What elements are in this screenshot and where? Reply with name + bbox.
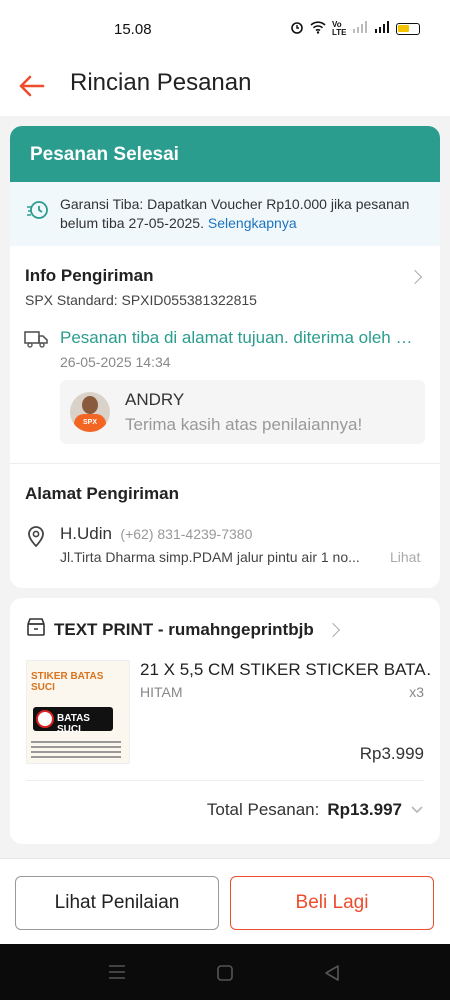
clock-guarantee-icon: [26, 198, 50, 227]
page-title: Rincian Pesanan: [70, 69, 252, 96]
shipping-info-heading: Info Pengiriman: [25, 266, 154, 285]
address-street: Jl.Tirta Dharma simp.PDAM jalur pintu ai…: [60, 549, 360, 565]
shop-name: TEXT PRINT - rumahngeprintbjb: [54, 619, 314, 639]
product-image-sign-text: BATAS SUCI: [57, 713, 90, 735]
address-heading: Alamat Pengiriman: [25, 484, 179, 503]
store-icon: [26, 618, 46, 641]
order-total-value: Rp13.997: [327, 800, 402, 819]
chevron-right-icon[interactable]: [407, 269, 423, 285]
order-total-label: Total Pesanan:: [206, 800, 320, 819]
volte-label: Vo LTE: [332, 19, 347, 37]
recipient-name: H.Udin: [60, 524, 112, 543]
guarantee-notice[interactable]: Garansi Tiba: Dapatkan Voucher Rp10.000 …: [10, 182, 440, 246]
app-bar: Rincian Pesanan: [0, 60, 450, 116]
alarm-icon: [290, 20, 304, 37]
truck-icon: [24, 330, 48, 353]
product-thumbnail[interactable]: STIKER BATAS SUCI BATAS SUCI: [26, 660, 130, 764]
menu-icon[interactable]: [108, 964, 126, 985]
shop-header[interactable]: TEXT PRINT - rumahngeprintbjb: [26, 618, 340, 641]
courier-avatar: SPX: [70, 392, 110, 432]
tracking-time: 26-05-2025 14:34: [60, 354, 171, 370]
shipping-info-section[interactable]: Info Pengiriman SPX Standard: SPXID05538…: [10, 246, 440, 464]
shipping-address-section: Alamat Pengiriman H.Udin (+62) 831-4239-…: [10, 464, 440, 584]
courier-message-box: SPX ANDRY Terima kasih atas penilaiannya…: [60, 380, 425, 444]
product-image-text-lines: [31, 741, 121, 761]
recipient-line: H.Udin (+62) 831-4239-7380: [60, 524, 252, 544]
signal-icon-2: [374, 21, 390, 36]
location-pin-icon: [26, 524, 46, 553]
back-triangle-icon[interactable]: [324, 964, 340, 987]
signal-icon: [352, 21, 368, 36]
courier-message: Terima kasih atas penilaiannya!: [125, 415, 363, 434]
product-image-sign: BATAS SUCI: [33, 707, 113, 735]
product-image-title: STIKER BATAS SUCI: [31, 671, 104, 693]
courier-name: ANDRY: [125, 390, 185, 409]
shipping-service: SPX Standard: SPXID055381322815: [25, 292, 257, 308]
battery-icon: [396, 22, 420, 35]
guarantee-more-link[interactable]: Selengkapnya: [208, 215, 297, 231]
product-title[interactable]: 21 X 5,5 CM STIKER STICKER BATA…: [140, 660, 430, 680]
order-status-banner: Pesanan Selesai: [10, 126, 440, 182]
status-bar: 15.08 Vo LTE: [0, 0, 450, 60]
recipient-phone: (+62) 831-4239-7380: [120, 526, 253, 542]
wifi-icon: [310, 20, 326, 37]
shop-order-card: TEXT PRINT - rumahngeprintbjb STIKER BAT…: [10, 598, 440, 844]
guarantee-text: Garansi Tiba: Dapatkan Voucher Rp10.000 …: [60, 195, 420, 233]
address-more-link[interactable]: Lihat: [390, 549, 420, 565]
back-arrow-icon[interactable]: [16, 70, 48, 102]
divider: [26, 780, 424, 781]
view-review-button[interactable]: Lihat Penilaian: [15, 876, 219, 930]
order-total-row[interactable]: Total Pesanan: Rp13.997: [207, 800, 424, 820]
shop-chevron-right-icon: [325, 622, 340, 637]
system-nav-bar: [0, 944, 450, 1000]
product-quantity: x3: [409, 684, 424, 700]
tracking-status: Pesanan tiba di alamat tujuan. diterima …: [60, 328, 413, 347]
status-time: 15.08: [114, 21, 152, 38]
product-variant: HITAM: [140, 684, 183, 700]
status-icons: Vo LTE: [290, 20, 420, 37]
buy-again-button[interactable]: Beli Lagi: [230, 876, 434, 930]
order-details-card: Pesanan Selesai Garansi Tiba: Dapatkan V…: [10, 126, 440, 588]
product-price: Rp3.999: [359, 744, 424, 763]
home-icon[interactable]: [216, 964, 234, 987]
prohibition-icon: [36, 710, 54, 728]
chevron-down-icon: [410, 801, 424, 819]
